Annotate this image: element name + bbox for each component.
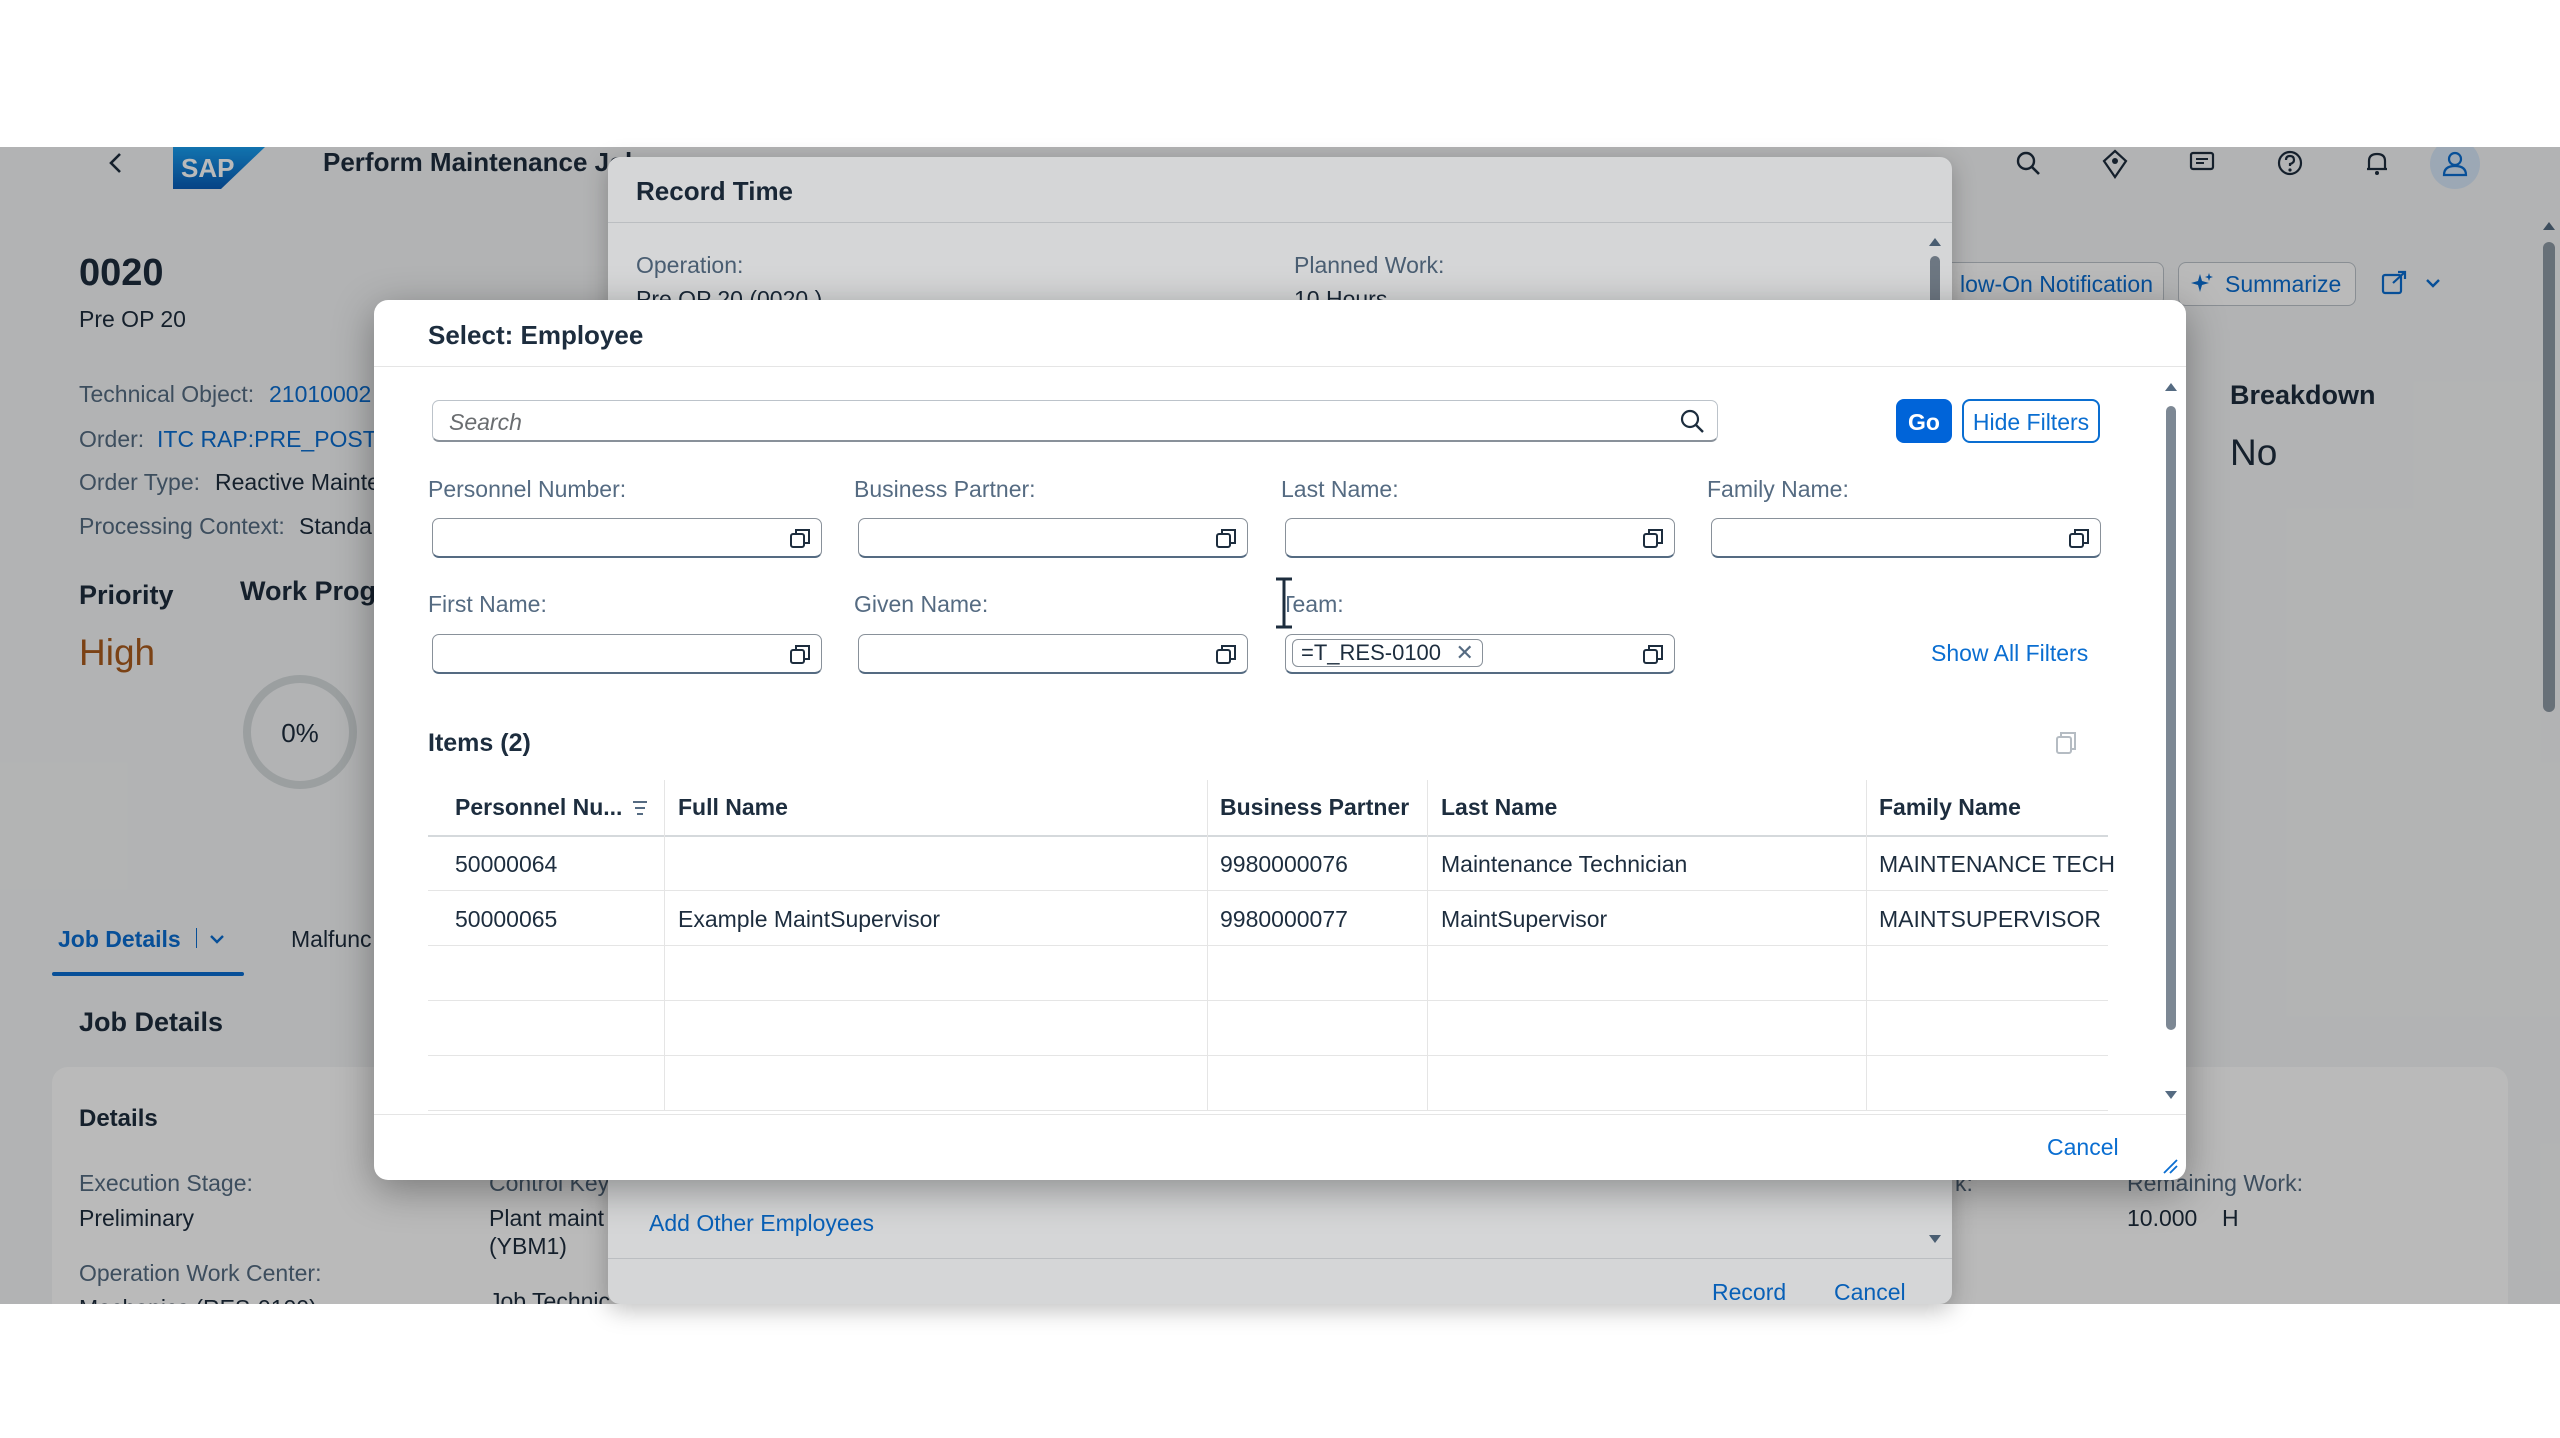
select-employee-cancel-button[interactable]: Cancel xyxy=(2047,1134,2119,1161)
cell-business-partner: 9980000076 xyxy=(1220,851,1348,877)
row-divider xyxy=(428,1055,2108,1056)
given-name-field[interactable] xyxy=(858,634,1248,674)
select-employee-title: Select: Employee xyxy=(428,320,644,350)
value-help-icon[interactable] xyxy=(1642,643,1664,665)
token-close-icon[interactable]: ✕ xyxy=(1455,640,1473,665)
value-help-icon[interactable] xyxy=(789,527,811,549)
first-name-field[interactable] xyxy=(432,634,822,674)
column-header-family-name[interactable]: Family Name xyxy=(1879,794,2021,821)
cell-family-name: MAINTENANCE TECH xyxy=(1879,851,2115,877)
column-header-personnel-number[interactable]: Personnel Nu... xyxy=(455,794,622,821)
team-token-text: =T_RES-0100 xyxy=(1301,640,1442,665)
hide-filters-label: Hide Filters xyxy=(1972,409,2090,435)
cell-personnel-number: 50000065 xyxy=(455,906,558,932)
family-name-field[interactable] xyxy=(1711,518,2101,558)
business-partner-field[interactable] xyxy=(858,518,1248,558)
column-divider xyxy=(664,780,665,1110)
search-input[interactable]: Search xyxy=(432,400,1718,442)
select-employee-header-divider xyxy=(374,366,2186,367)
last-name-field[interactable] xyxy=(1285,518,1675,558)
row-divider xyxy=(428,1000,2108,1001)
dialog-scroll-up-arrow[interactable] xyxy=(2164,380,2178,394)
personnel-number-label: Personnel Number: xyxy=(428,476,627,502)
business-partner-label: Business Partner: xyxy=(854,476,1036,502)
resize-handle-icon[interactable] xyxy=(2162,1158,2178,1174)
cell-family-name: MAINTSUPERVISOR xyxy=(1879,906,2101,932)
team-field[interactable]: =T_RES-0100 ✕ xyxy=(1285,634,1675,674)
dialog-scroll-down-arrow[interactable] xyxy=(2164,1088,2178,1102)
family-name-label: Family Name: xyxy=(1707,476,1849,502)
cell-business-partner: 9980000077 xyxy=(1220,906,1348,932)
given-name-label: Given Name: xyxy=(854,591,989,617)
row-divider xyxy=(428,945,2108,946)
show-all-filters-link[interactable]: Show All Filters xyxy=(1931,640,2088,667)
column-header-last-name[interactable]: Last Name xyxy=(1441,794,1557,821)
row-divider xyxy=(428,1110,2108,1111)
value-help-icon[interactable] xyxy=(1215,643,1237,665)
column-header-full-name[interactable]: Full Name xyxy=(678,794,788,821)
cell-last-name: MaintSupervisor xyxy=(1441,906,1608,932)
go-button-label: Go xyxy=(1908,409,1940,435)
column-divider xyxy=(1427,780,1428,1110)
value-help-icon[interactable] xyxy=(1215,527,1237,549)
text-cursor-icon xyxy=(1272,576,1296,630)
team-token[interactable]: =T_RES-0100 ✕ xyxy=(1292,639,1483,667)
dialog-scrollbar[interactable] xyxy=(2166,406,2176,1030)
select-employee-footer-divider xyxy=(374,1114,2186,1115)
last-name-label: Last Name: xyxy=(1281,476,1399,502)
items-title: Items (2) xyxy=(428,729,531,757)
value-help-icon[interactable] xyxy=(789,643,811,665)
cell-last-name: Maintenance Technician xyxy=(1441,851,1688,877)
search-placeholder: Search xyxy=(449,409,522,435)
hide-filters-button[interactable]: Hide Filters xyxy=(1962,399,2100,443)
cell-personnel-number: 50000064 xyxy=(455,851,558,877)
copy-icon[interactable] xyxy=(2054,730,2078,756)
value-help-icon[interactable] xyxy=(2068,527,2090,549)
search-icon[interactable] xyxy=(1679,408,1705,434)
go-button[interactable]: Go xyxy=(1896,399,1952,443)
first-name-label: First Name: xyxy=(428,591,547,617)
cell-full-name: Example MaintSupervisor xyxy=(678,906,941,932)
value-help-icon[interactable] xyxy=(1642,527,1664,549)
personnel-number-field[interactable] xyxy=(432,518,822,558)
column-divider xyxy=(1207,780,1208,1110)
sort-icon xyxy=(629,798,651,818)
column-divider xyxy=(1866,780,1867,1110)
column-header-business-partner[interactable]: Business Partner xyxy=(1220,794,1409,821)
